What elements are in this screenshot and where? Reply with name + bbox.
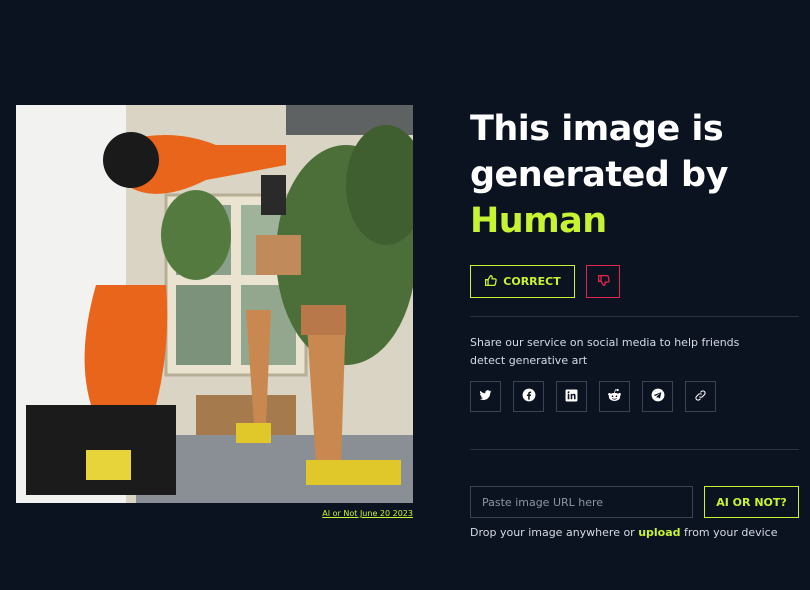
correct-button[interactable]: CORRECT bbox=[470, 265, 575, 298]
wrong-button[interactable] bbox=[586, 265, 620, 298]
linkedin-icon bbox=[565, 387, 578, 406]
telegram-share-button[interactable] bbox=[642, 381, 673, 412]
thumbs-up-icon bbox=[484, 274, 498, 290]
link-icon bbox=[694, 387, 707, 406]
upload-link[interactable]: upload bbox=[638, 526, 680, 539]
result-headline: This image is generated by Human bbox=[470, 106, 800, 244]
verdict-label: Human bbox=[470, 201, 607, 241]
divider-top bbox=[470, 316, 799, 317]
facebook-icon bbox=[522, 387, 536, 406]
social-share-buttons bbox=[470, 381, 716, 412]
drop-instructions: Drop your image anywhere or upload from … bbox=[470, 526, 778, 539]
thumbs-down-icon bbox=[597, 274, 610, 290]
drop-prefix: Drop your image anywhere or bbox=[470, 526, 639, 539]
uploaded-image bbox=[16, 105, 413, 503]
correct-button-label: CORRECT bbox=[503, 275, 561, 288]
reddit-icon bbox=[607, 387, 622, 406]
image-url-input[interactable] bbox=[470, 486, 693, 518]
divider-bottom bbox=[470, 449, 799, 450]
linkedin-share-button[interactable] bbox=[556, 381, 587, 412]
drop-suffix: from your device bbox=[680, 526, 778, 539]
telegram-icon bbox=[651, 387, 665, 406]
facebook-share-button[interactable] bbox=[513, 381, 544, 412]
image-caption-link[interactable]: AI or Not June 20 2023 bbox=[300, 509, 413, 518]
ai-or-not-button[interactable]: AI OR NOT? bbox=[704, 486, 799, 518]
twitter-icon bbox=[479, 387, 492, 406]
copy-link-button[interactable] bbox=[685, 381, 716, 412]
reddit-share-button[interactable] bbox=[599, 381, 630, 412]
headline-line-2: generated by bbox=[470, 155, 728, 195]
headline-line-1: This image is bbox=[470, 109, 724, 149]
share-text: Share our service on social media to hel… bbox=[470, 336, 740, 367]
twitter-share-button[interactable] bbox=[470, 381, 501, 412]
